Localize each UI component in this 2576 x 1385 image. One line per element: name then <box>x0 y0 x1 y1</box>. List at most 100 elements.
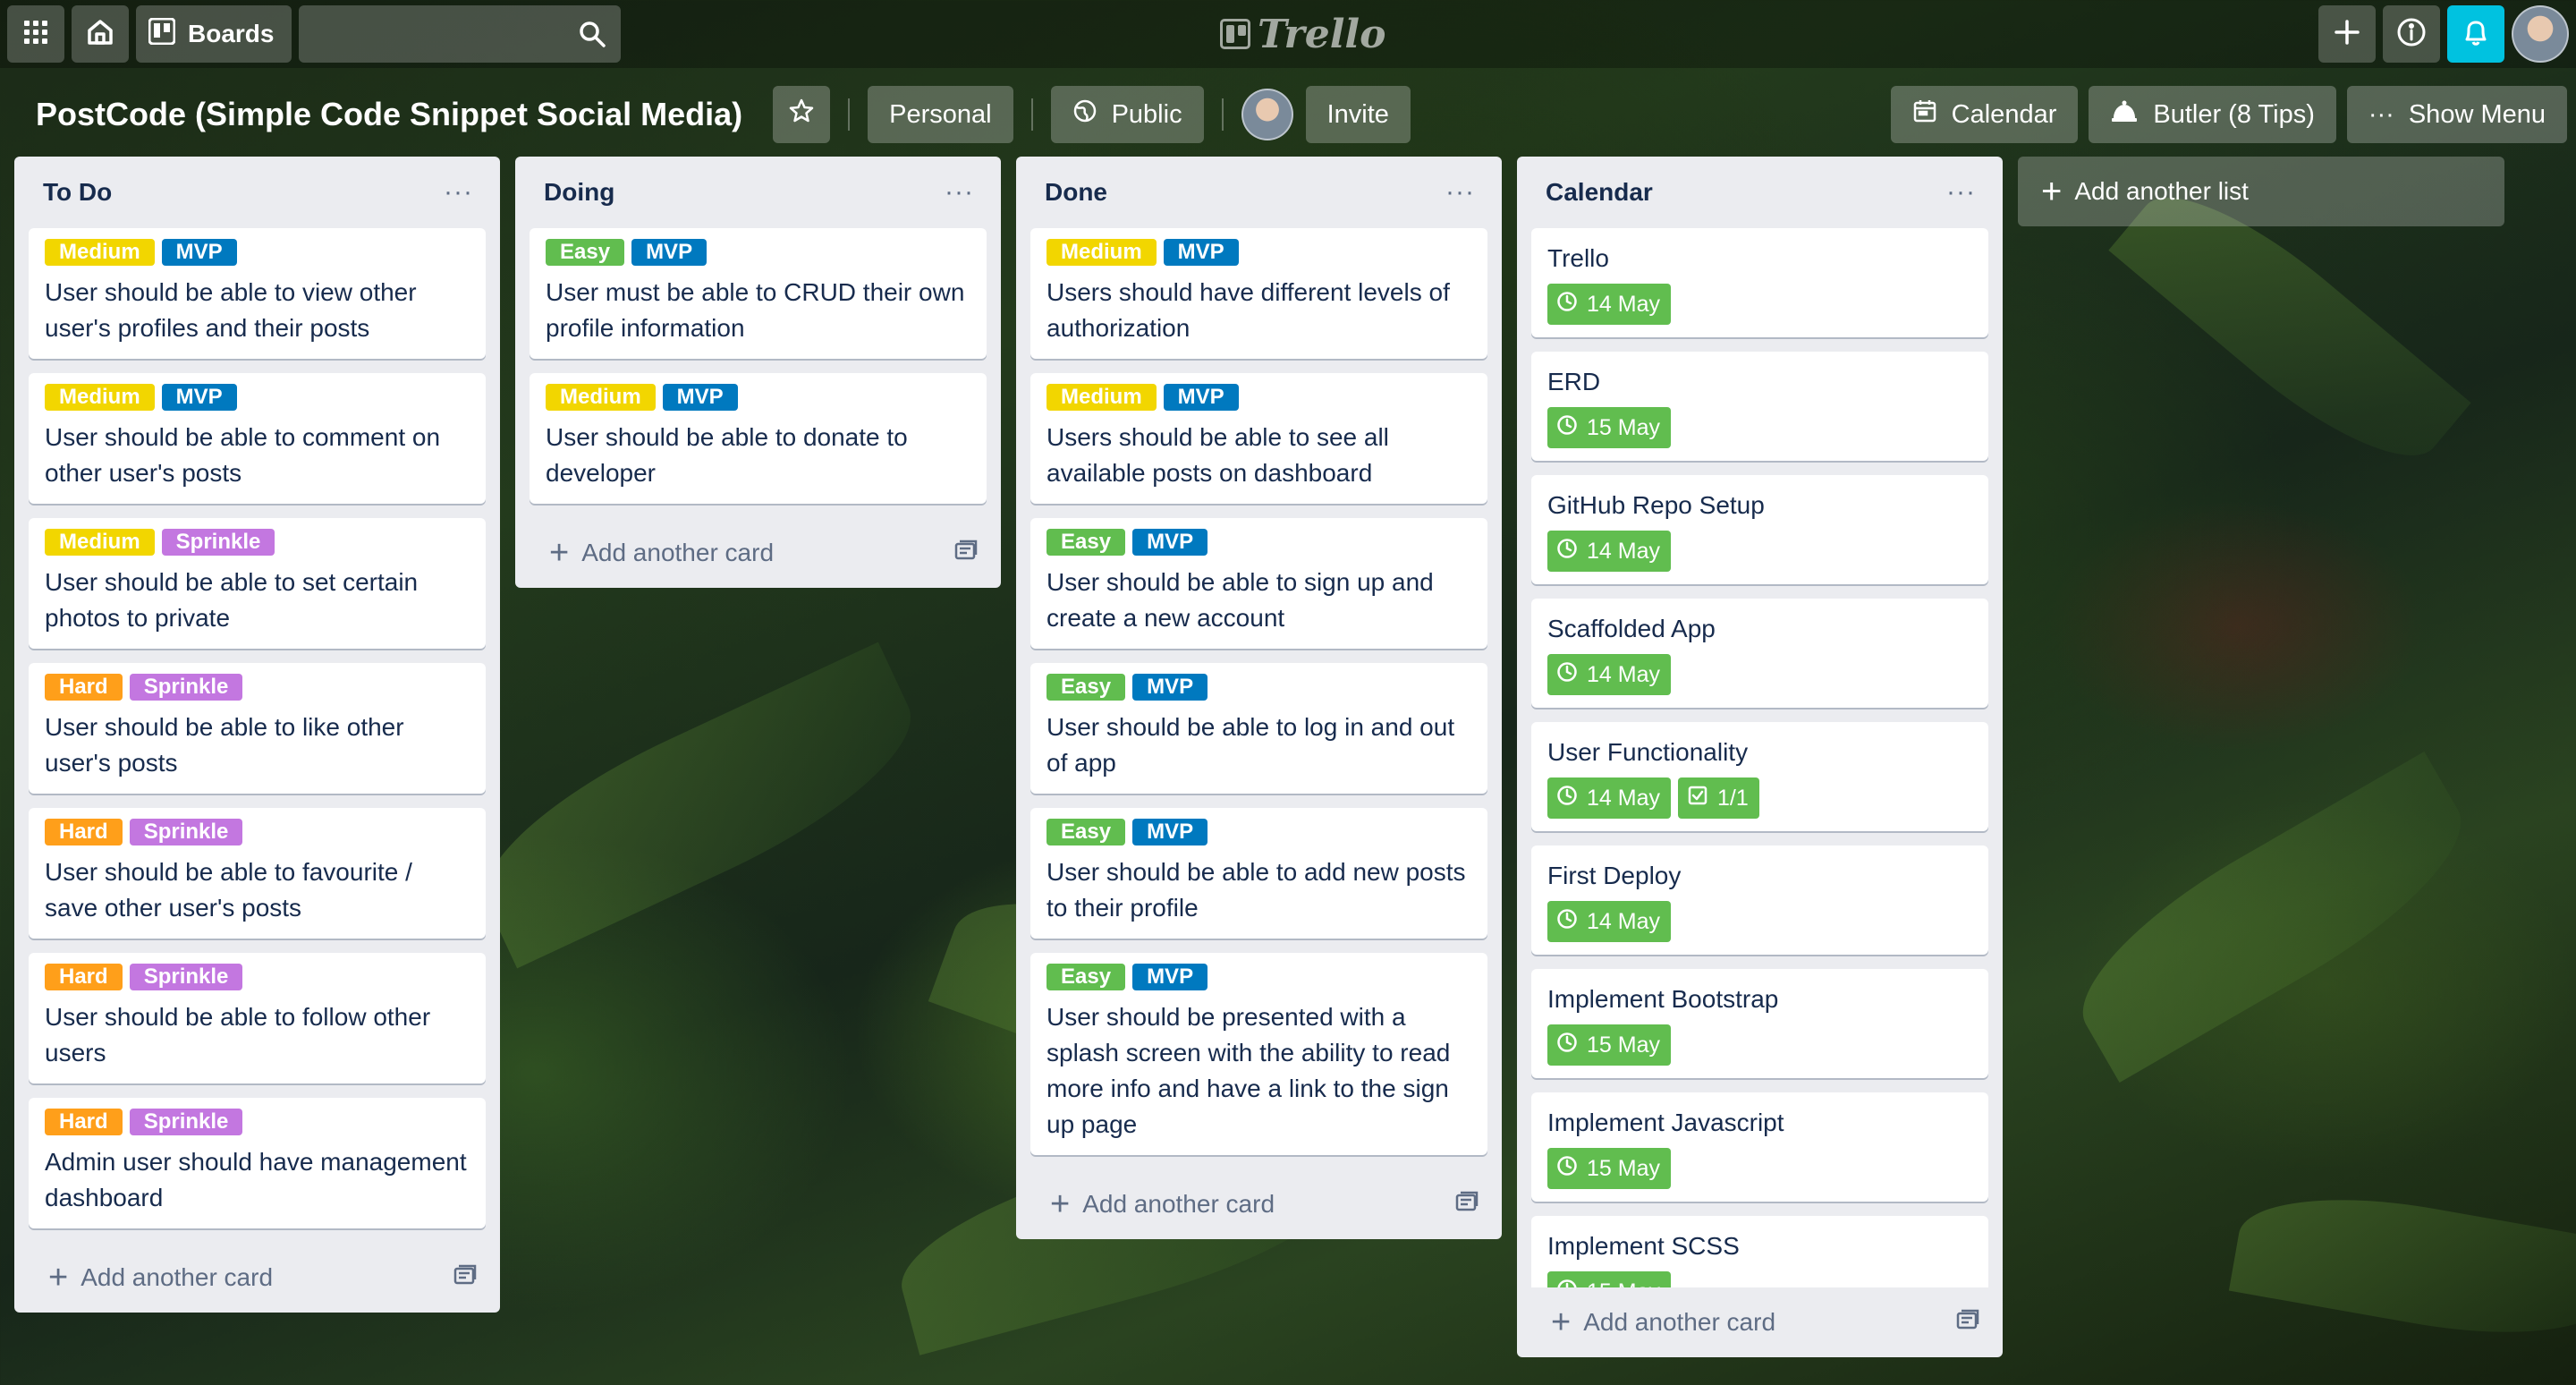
calendar-card[interactable]: Implement Javascript 15 May <box>1531 1092 1988 1202</box>
due-date-badge[interactable]: 14 May <box>1547 901 1671 942</box>
label-hard[interactable]: Hard <box>45 674 123 701</box>
label-mvp[interactable]: MVP <box>1163 239 1239 266</box>
label-mvp[interactable]: MVP <box>1132 964 1208 990</box>
card-template-icon[interactable] <box>954 539 978 567</box>
label-hard[interactable]: Hard <box>45 964 123 990</box>
label-sprinkle[interactable]: Sprinkle <box>129 819 243 845</box>
task-card[interactable]: Easy MVP User should be able to add new po… <box>1030 808 1487 939</box>
due-date-badge[interactable]: 14 May <box>1547 654 1671 695</box>
calendar-card[interactable]: User Functionality 14 May 1/1 <box>1531 722 1988 831</box>
label-hard[interactable]: Hard <box>45 819 123 845</box>
task-card[interactable]: Easy MVP User should be able to sign up an… <box>1030 518 1487 649</box>
create-button[interactable] <box>2318 5 2376 63</box>
invite-button[interactable]: Invite <box>1305 86 1411 143</box>
calendar-card[interactable]: Implement Bootstrap 15 May <box>1531 969 1988 1078</box>
due-date-badge[interactable]: 15 May <box>1547 1271 1671 1287</box>
user-avatar[interactable] <box>2512 5 2569 63</box>
add-list-button[interactable]: + Add another list <box>2018 157 2504 226</box>
label-sprinkle[interactable]: Sprinkle <box>161 529 275 556</box>
search-box[interactable] <box>299 5 622 63</box>
label-sprinkle[interactable]: Sprinkle <box>129 964 243 990</box>
calendar-card[interactable]: First Deploy 14 May <box>1531 845 1988 955</box>
card-template-icon[interactable] <box>1455 1190 1479 1219</box>
list-menu-icon[interactable]: ··· <box>1946 177 1976 208</box>
task-card[interactable]: Hard Sprinkle Admin user should have manag… <box>29 1098 486 1228</box>
label-mvp[interactable]: MVP <box>662 384 738 411</box>
label-easy[interactable]: Easy <box>1046 529 1126 556</box>
list-title[interactable]: To Do <box>43 178 112 207</box>
butler-button[interactable]: Butler (8 Tips) <box>2089 86 2336 143</box>
list-menu-icon[interactable]: ··· <box>945 177 974 208</box>
task-card[interactable]: Hard Sprinkle User should be able to follo… <box>29 953 486 1083</box>
task-card[interactable]: Easy MVP User should be presented with a s… <box>1030 953 1487 1155</box>
due-date-badge[interactable]: 14 May <box>1547 284 1671 325</box>
label-medium[interactable]: Medium <box>546 384 656 411</box>
label-easy[interactable]: Easy <box>546 239 625 266</box>
team-visibility-button[interactable]: Personal <box>868 86 1013 143</box>
calendar-card[interactable]: Trello 14 May <box>1531 228 1988 337</box>
calendar-card[interactable]: ERD 15 May <box>1531 352 1988 461</box>
task-card[interactable]: Medium MVP Users should have different lev… <box>1030 228 1487 359</box>
notifications-button[interactable] <box>2447 5 2504 63</box>
visibility-button[interactable]: Public <box>1050 86 1204 143</box>
task-card[interactable]: Medium MVP User should be able to comment … <box>29 373 486 504</box>
label-sprinkle[interactable]: Sprinkle <box>129 674 243 701</box>
add-card-button[interactable]: + Add another card <box>515 518 1001 588</box>
label-easy[interactable]: Easy <box>1046 819 1126 845</box>
home-button[interactable] <box>72 5 129 63</box>
task-card[interactable]: Hard Sprinkle User should be able to favou… <box>29 808 486 939</box>
card-template-icon[interactable] <box>1956 1308 1979 1337</box>
list-menu-icon[interactable]: ··· <box>1445 177 1475 208</box>
label-mvp[interactable]: MVP <box>1163 384 1239 411</box>
board-title[interactable]: PostCode (Simple Code Snippet Social Med… <box>36 96 742 133</box>
search-icon[interactable] <box>578 20 606 53</box>
boards-button[interactable]: Boards <box>136 5 292 63</box>
search-input[interactable] <box>299 5 622 63</box>
label-mvp[interactable]: MVP <box>1132 819 1208 845</box>
checklist-badge[interactable]: 1/1 <box>1677 777 1759 819</box>
list-menu-icon[interactable]: ··· <box>444 177 473 208</box>
calendar-card[interactable]: Scaffolded App 14 May <box>1531 599 1988 708</box>
task-card[interactable]: Medium Sprinkle User should be able to set… <box>29 518 486 649</box>
add-card-button[interactable]: + Add another card <box>1517 1287 2003 1357</box>
add-card-button[interactable]: + Add another card <box>1016 1169 1502 1239</box>
info-button[interactable] <box>2383 5 2440 63</box>
label-mvp[interactable]: MVP <box>1132 674 1208 701</box>
list-title[interactable]: Done <box>1045 178 1107 207</box>
label-mvp[interactable]: MVP <box>161 384 237 411</box>
list-title[interactable]: Calendar <box>1546 178 1653 207</box>
label-mvp[interactable]: MVP <box>161 239 237 266</box>
due-date-badge[interactable]: 15 May <box>1547 407 1671 448</box>
label-medium[interactable]: Medium <box>45 384 155 411</box>
due-date-badge[interactable]: 15 May <box>1547 1024 1671 1066</box>
label-mvp[interactable]: MVP <box>631 239 708 266</box>
due-date-badge[interactable]: 14 May <box>1547 777 1671 819</box>
task-card[interactable]: Easy MVP User should be able to log in and… <box>1030 663 1487 794</box>
card-template-icon[interactable] <box>453 1263 477 1292</box>
label-sprinkle[interactable]: Sprinkle <box>129 1109 243 1135</box>
calendar-card[interactable]: Implement SCSS 15 May <box>1531 1216 1988 1287</box>
label-easy[interactable]: Easy <box>1046 674 1126 701</box>
due-date-badge[interactable]: 15 May <box>1547 1148 1671 1189</box>
trello-logo[interactable]: Trello <box>1220 11 1386 57</box>
label-mvp[interactable]: MVP <box>1132 529 1208 556</box>
task-card[interactable]: Medium MVP User should be able to donate t… <box>530 373 987 504</box>
apps-button[interactable] <box>7 5 64 63</box>
add-card-button[interactable]: + Add another card <box>14 1243 500 1313</box>
calendar-card[interactable]: GitHub Repo Setup 14 May <box>1531 475 1988 584</box>
label-medium[interactable]: Medium <box>45 239 155 266</box>
label-medium[interactable]: Medium <box>1046 239 1157 266</box>
show-menu-button[interactable]: ··· Show Menu <box>2346 86 2567 143</box>
star-button[interactable] <box>773 86 831 143</box>
task-card[interactable]: Hard Sprinkle User should be able to like … <box>29 663 486 794</box>
calendar-power-up-button[interactable]: Calendar <box>1890 86 2079 143</box>
label-easy[interactable]: Easy <box>1046 964 1126 990</box>
label-hard[interactable]: Hard <box>45 1109 123 1135</box>
list-title[interactable]: Doing <box>544 178 614 207</box>
due-date-badge[interactable]: 14 May <box>1547 531 1671 572</box>
member-avatar[interactable] <box>1241 89 1293 140</box>
task-card[interactable]: Medium MVP User should be able to view oth… <box>29 228 486 359</box>
task-card[interactable]: Easy MVP User must be able to CRUD their o… <box>530 228 987 359</box>
task-card[interactable]: Medium MVP Users should be able to see all… <box>1030 373 1487 504</box>
label-medium[interactable]: Medium <box>1046 384 1157 411</box>
